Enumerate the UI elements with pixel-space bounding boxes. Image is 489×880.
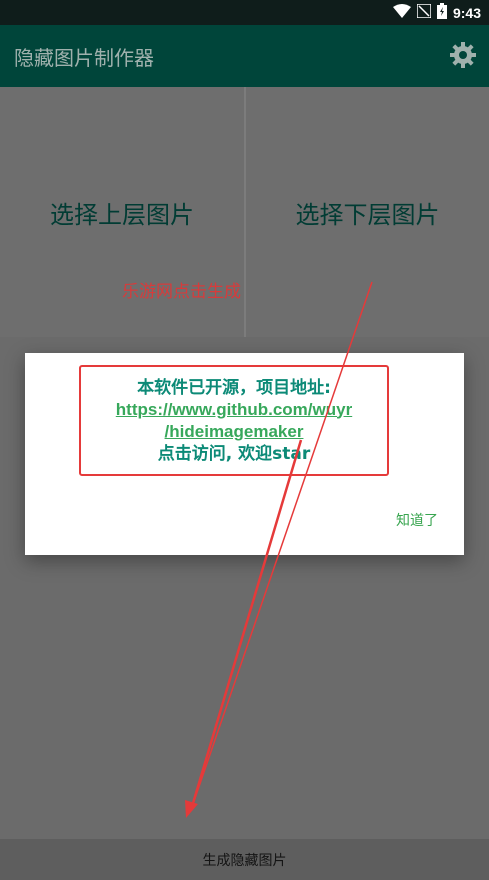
annotation-caption: 乐游网点击生成 [122,282,241,302]
clock: 9:43 [452,5,481,21]
dialog-line-welcome: 点击访问, 欢迎star [157,443,311,464]
signal-icon [416,3,432,22]
github-link[interactable]: https://www.github.com/wuyr [116,399,352,421]
app-bar: 隐藏图片制作器 [0,25,489,87]
battery-icon [436,3,447,23]
status-icons: 9:43 [392,3,481,23]
status-bar: 9:43 [0,0,489,25]
open-source-dialog: 本软件已开源，项目地址: https://www.github.com/wuyr… [25,353,464,555]
wifi-icon [392,4,411,22]
select-upper-image-label: 选择上层图片 [50,200,194,229]
dialog-ok-button[interactable]: 知道了 [396,510,438,530]
select-lower-image-button[interactable]: 选择下层图片 [246,87,489,337]
gear-icon[interactable] [449,41,477,69]
generate-button[interactable]: 生成隐藏图片 [0,839,489,880]
app-title: 隐藏图片制作器 [14,46,154,70]
github-link-continued[interactable]: /hideimagemaker [165,421,304,443]
select-lower-image-label: 选择下层图片 [295,200,440,229]
generate-button-label: 生成隐藏图片 [202,852,287,869]
dialog-line-intro: 本软件已开源，项目地址: [137,377,331,398]
dialog-message: 本软件已开源，项目地址: https://www.github.com/wuyr… [79,365,389,476]
